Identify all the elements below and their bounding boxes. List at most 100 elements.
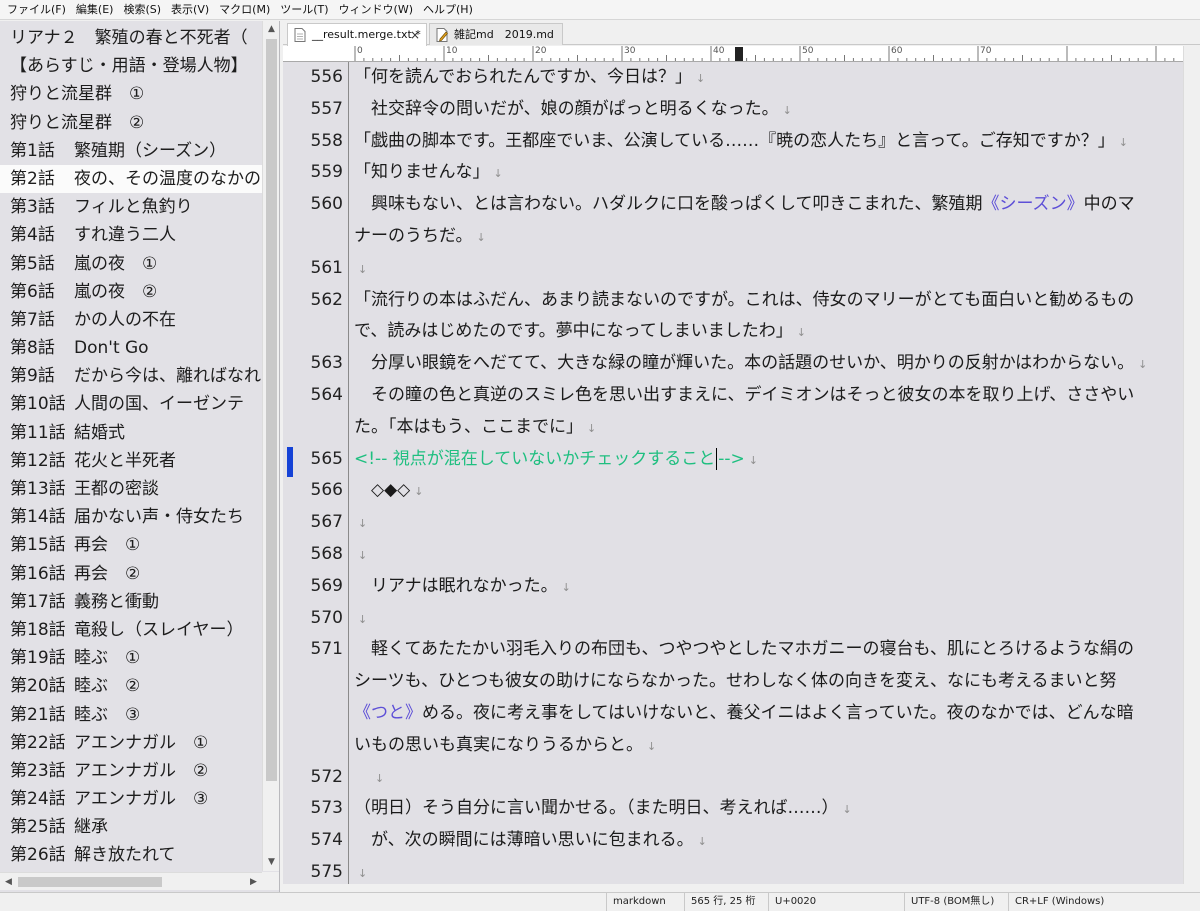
menu-view[interactable]: 表示(V): [166, 0, 214, 20]
outline-vertical-scrollbar[interactable]: ▲ ▼: [262, 21, 279, 871]
status-mode[interactable]: markdown: [606, 893, 684, 911]
editor-line[interactable]: 568 ↓: [283, 539, 1183, 571]
outline-item[interactable]: 第12話 花火と半死者: [0, 447, 262, 475]
outline-hscroll-thumb[interactable]: [18, 877, 162, 887]
line-number: 557: [310, 98, 343, 119]
outline-item[interactable]: 第8話 Don't Go: [0, 334, 262, 362]
menu-edit[interactable]: 編集(E): [71, 0, 119, 20]
scroll-corner: [262, 872, 279, 890]
status-newline[interactable]: CR+LF (Windows): [1008, 893, 1200, 911]
outline-item[interactable]: 第17話 義務と衝動: [0, 588, 262, 616]
menu-macro[interactable]: マクロ(M): [214, 0, 275, 20]
outline-item[interactable]: 第26話 解き放たれて: [0, 841, 262, 869]
ruler-label: 20: [535, 46, 547, 56]
editor-line[interactable]: 570 ↓: [283, 603, 1183, 635]
editor-line[interactable]: 566 ◇◆◇ ↓: [283, 475, 1183, 507]
editor-line[interactable]: 573 （明日）そう自分に言い聞かせる。（また明日、考えれば……） ↓: [283, 793, 1183, 825]
line-number: 570: [310, 607, 343, 628]
outline-item-title: 解き放たれて: [74, 845, 176, 866]
outline-item[interactable]: 第20話 睦ぶ ②: [0, 672, 262, 700]
outline-item[interactable]: 第21話 睦ぶ ③: [0, 701, 262, 729]
outline-item[interactable]: 狩りと流星群 ①: [0, 80, 262, 108]
line-break-mark-icon: ↓: [647, 739, 657, 753]
outline-item[interactable]: 【あらすじ・用語・登場人物】: [0, 52, 262, 80]
editor-line[interactable]: 574 が、次の瞬間には薄暗い思いに包まれる。 ↓: [283, 825, 1183, 857]
menu-tools[interactable]: ツール(T): [275, 0, 333, 20]
line-break-mark-icon: ↓: [842, 803, 852, 817]
outline-item[interactable]: 第23話 アエンナガル ②: [0, 757, 262, 785]
editor-line[interactable]: 569 リアナは眠れなかった。 ↓: [283, 571, 1183, 603]
outline-item[interactable]: 第6話 嵐の夜 ②: [0, 278, 262, 306]
outline-item-number: 第13話: [10, 479, 66, 499]
editor-vertical-scrollbar[interactable]: [1183, 46, 1200, 884]
close-tab-icon[interactable]: ×: [410, 24, 420, 46]
line-text: 「戯曲の脚本です。王都座でいま、公演している……『暁の恋人たち』と言って。ご存知…: [354, 126, 1179, 159]
outline-item[interactable]: 第11話 結婚式: [0, 419, 262, 447]
outline-item-number: 第19話: [10, 648, 66, 669]
editor-line[interactable]: 575 ↓: [283, 857, 1183, 884]
editor-line[interactable]: 571 軽くてあたたかい羽毛入りの布団も、つやつやとしたマホガニーの寝台も、肌に…: [283, 634, 1183, 666]
outline-item-number: 第26話: [10, 845, 66, 866]
menu-search[interactable]: 検索(S): [118, 0, 166, 20]
menu-help[interactable]: ヘルプ(H): [418, 0, 478, 20]
text-editor[interactable]: 556 「何を読んでおられたんですか、今日は？」 ↓ 557 社交辞令の問いだが、娘の…: [283, 62, 1183, 884]
editor-line[interactable]: 572 ↓: [283, 762, 1183, 794]
text-segment: で、読みはじめたのです。夢中になってしまいましたわ」: [354, 321, 793, 342]
outline-item[interactable]: 第19話 睦ぶ ①: [0, 644, 262, 672]
editor-line[interactable]: 567 ↓: [283, 507, 1183, 539]
status-encoding[interactable]: UTF-8 (BOM無し): [904, 893, 1008, 911]
menu-file[interactable]: ファイル(F): [2, 0, 71, 20]
outline-item[interactable]: 第13話 王都の密談: [0, 475, 262, 503]
outline-horizontal-scrollbar[interactable]: ◀ ▶: [0, 872, 262, 890]
editor-line[interactable]: いもの思いも真実になりうるからと。 ↓: [283, 730, 1183, 762]
editor-line[interactable]: 561 ↓: [283, 253, 1183, 285]
outline-item[interactable]: 第5話 嵐の夜 ①: [0, 250, 262, 278]
editor-line[interactable]: 562 「流行りの本はふだん、あまり読まないのですが。これは、侍女のマリーがとても…: [283, 285, 1183, 317]
outline-item[interactable]: 第7話 かの人の不在: [0, 306, 262, 334]
outline-item[interactable]: 狩りと流星群 ②: [0, 109, 262, 137]
editor-line[interactable]: た。「本はもう、ここまでに」 ↓: [283, 412, 1183, 444]
text-segment: シーツも、ひとつも彼女の助けにならなかった。せわしなく体の向きを変え、なにも考え…: [354, 671, 1117, 692]
outline-item[interactable]: 第3話 フィルと魚釣り: [0, 193, 262, 221]
editor-line[interactable]: シーツも、ひとつも彼女の助けにならなかった。せわしなく体の向きを変え、なにも考え…: [283, 666, 1183, 698]
outline-item[interactable]: リアナ２ 繁殖の春と不死者（: [0, 24, 262, 52]
editor-line[interactable]: 556 「何を読んでおられたんですか、今日は？」 ↓: [283, 62, 1183, 94]
editor-line[interactable]: 559 「知りませんな」 ↓: [283, 157, 1183, 189]
outline-scroll-thumb[interactable]: [266, 39, 277, 781]
line-text: ナーのうちだ。 ↓: [354, 221, 1179, 254]
outline-item[interactable]: 第16話 再会 ②: [0, 560, 262, 588]
tab-result-merge[interactable]: __result.merge.txt * ×: [287, 23, 427, 46]
text-segment: が、次の瞬間には薄暗い思いに包まれる。: [354, 830, 694, 851]
column-ruler: 0 10 20 30 40 50 60 70: [283, 46, 1183, 62]
editor-line[interactable]: 《つと》める。夜に考え事をしてはいけないと、養父イニはよく言っていた。夜のなかで…: [283, 698, 1183, 730]
outline-item[interactable]: 第10話 人間の国、イーゼンテ: [0, 390, 262, 418]
editor-line[interactable]: 565 <!-- 視点が混在していないかチェックすること --> ↓: [283, 444, 1183, 476]
scroll-up-arrow-icon[interactable]: ▲: [263, 21, 279, 38]
outline-item[interactable]: 第9話 だから今は、離ればなれ: [0, 362, 262, 390]
editor-line[interactable]: 557 社交辞令の問いだが、娘の顔がぱっと明るくなった。 ↓: [283, 94, 1183, 126]
outline-item[interactable]: 第18話 竜殺し（スレイヤー）: [0, 616, 262, 644]
outline-item[interactable]: 第1話 繁殖期（シーズン）: [0, 137, 262, 165]
scroll-left-arrow-icon[interactable]: ◀: [0, 873, 17, 891]
outline-item[interactable]: 第4話 すれ違う二人: [0, 221, 262, 249]
editor-line[interactable]: 558 「戯曲の脚本です。王都座でいま、公演している……『暁の恋人たち』と言って。…: [283, 126, 1183, 158]
editor-line[interactable]: 564 その瞳の色と真逆のスミレ色を思い出すまえに、デイミオンはそっと彼女の本を…: [283, 380, 1183, 412]
editor-line[interactable]: 560 興味もない、とは言わない。ハダルクに口を酸っぱくして叩きこまれた、繁殖期…: [283, 189, 1183, 221]
tab-zakki-md[interactable]: 雑記md 2019.md: [429, 23, 563, 45]
editor-line[interactable]: ナーのうちだ。 ↓: [283, 221, 1183, 253]
line-number: 556: [310, 67, 343, 87]
outline-item[interactable]: 第15話 再会 ①: [0, 531, 262, 559]
outline-item[interactable]: 第14話 届かない声・侍女たち: [0, 503, 262, 531]
outline-item[interactable]: 第24話 アエンナガル ③: [0, 785, 262, 813]
scroll-down-arrow-icon[interactable]: ▼: [263, 854, 279, 871]
editor-line[interactable]: 563 分厚い眼鏡をへだてて、大きな緑の瞳が輝いた。本の話題のせいか、明かりの反…: [283, 348, 1183, 380]
editor-line[interactable]: で、読みはじめたのです。夢中になってしまいましたわ」 ↓: [283, 316, 1183, 348]
outline-item[interactable]: 第22話 アエンナガル ①: [0, 729, 262, 757]
outline-item-title: 結婚式: [74, 422, 125, 443]
line-text: 興味もない、とは言わない。ハダルクに口を酸っぱくして叩きこまれた、繁殖期《シーズ…: [354, 189, 1179, 221]
outline-item[interactable]: 第25話 継承: [0, 813, 262, 841]
outline-item[interactable]: 第2話 夜の、その温度のなかの: [0, 164, 262, 194]
menu-window[interactable]: ウィンドウ(W): [334, 0, 418, 20]
outline-list: リアナ２ 繁殖の春と不死者（ 【あらすじ・用語・登場人物】 狩りと流星群 ① 狩りと流…: [0, 24, 262, 870]
scroll-right-arrow-icon[interactable]: ▶: [245, 873, 262, 891]
